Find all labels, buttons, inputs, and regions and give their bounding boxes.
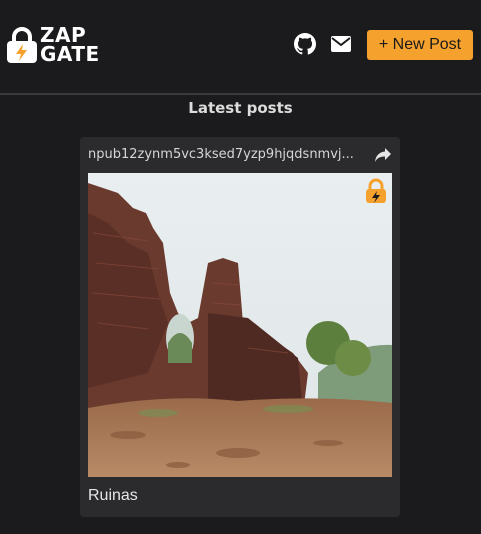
top-header: ZAP GATE + New Post	[0, 0, 481, 95]
logo-wordmark: ZAP GATE	[40, 25, 100, 66]
logo-line-2: GATE	[40, 42, 100, 66]
post-author-id[interactable]: npub12zynm5vc3ksed7yzp9hjqdsnmvj...	[88, 147, 368, 162]
post-title[interactable]: Ruinas	[88, 487, 138, 505]
lock-bolt-icon	[6, 26, 38, 64]
post-card[interactable]: npub12zynm5vc3ksed7yzp9hjqdsnmvj... Ruin…	[80, 137, 400, 517]
github-icon[interactable]	[294, 33, 317, 55]
post-image[interactable]	[88, 173, 392, 477]
zapgate-logo[interactable]: ZAP GATE	[6, 25, 100, 66]
envelope-icon[interactable]	[330, 35, 352, 57]
new-post-button[interactable]: + New Post	[367, 30, 473, 60]
share-icon[interactable]	[374, 147, 392, 163]
section-title: Latest posts	[188, 99, 293, 117]
lock-icon	[362, 177, 390, 205]
